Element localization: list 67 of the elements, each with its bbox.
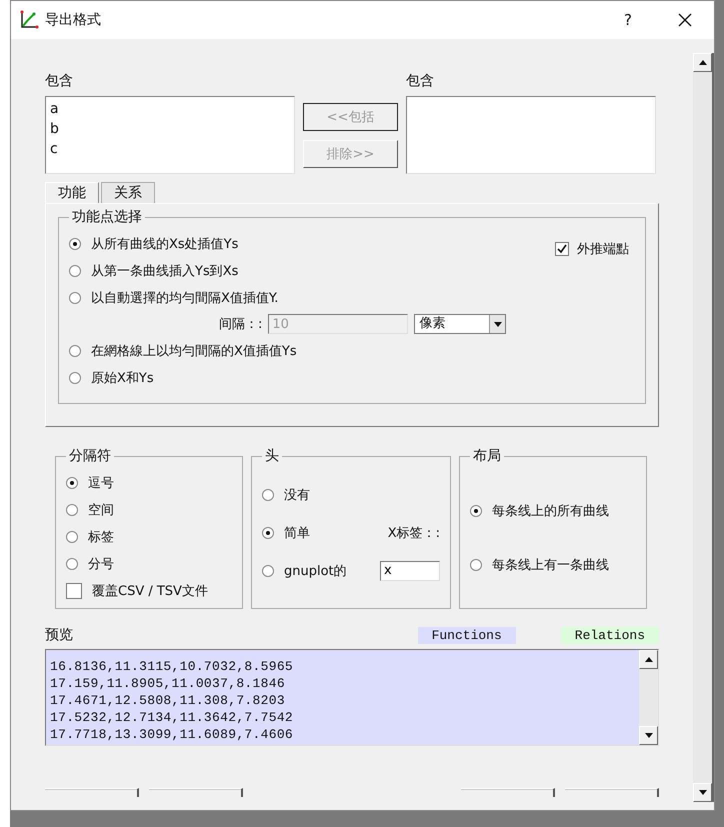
chart-axes-icon: [19, 10, 39, 30]
x-label-field[interactable]: x: [380, 560, 440, 580]
preview-text-area[interactable]: 16.8136,11.3115,10.7032,8.5965 17.159,11.8905,11.0037,8.1846 17.4671,12.5808,11.308,7.8203 17.5232,12.7134,11.3642,7.7542 17.7718,13.3099,11.6089,7.4606: [45, 649, 659, 746]
radio-button[interactable]: [69, 372, 81, 384]
preview-line: 17.5232,12.7134,11.3642,7.7542: [50, 709, 294, 726]
x-label-caption: X标签：:: [388, 524, 440, 542]
radio-button[interactable]: [69, 344, 81, 356]
option-label: 没有: [284, 486, 310, 504]
tab[interactable]: 功能: [45, 182, 99, 203]
group-title: 功能点选择: [71, 208, 143, 226]
radio-button[interactable]: [262, 488, 274, 500]
radio-button[interactable]: [262, 526, 274, 538]
option-label: 逗号: [88, 474, 114, 492]
list-label: 包含: [45, 72, 74, 90]
radio-button[interactable]: [66, 476, 78, 488]
checkbox-label: 覆盖CSV / TSV文件: [92, 582, 208, 600]
radio-button[interactable]: [470, 558, 482, 570]
caret-icon: [494, 322, 502, 326]
list-item[interactable]: a: [50, 99, 290, 119]
preview-line: 17.7718,13.3099,11.6089,7.4606: [50, 726, 294, 743]
window-title: 导出格式: [45, 11, 102, 29]
radio-button[interactable]: [69, 292, 81, 304]
list-box[interactable]: a b c: [45, 96, 295, 174]
radio-button[interactable]: [69, 238, 81, 250]
preview-line: 17.4671,12.5808,11.308,7.8203: [50, 692, 286, 709]
option-label: 原始X和Ys: [91, 370, 154, 386]
relations-legend: Relations: [560, 626, 659, 644]
group-title: 头: [264, 447, 280, 465]
interval-label: 间隔：:: [219, 316, 262, 333]
checkbox[interactable]: [555, 242, 569, 256]
scrollbar[interactable]: [693, 53, 714, 802]
functions-legend: Functions: [418, 626, 516, 644]
option-label: 在網格線上以均勻間隔的X值插值Ys: [91, 342, 297, 360]
up-arrow-icon[interactable]: [698, 60, 706, 65]
up-arrow-icon[interactable]: [644, 657, 652, 662]
list-item[interactable]: c: [50, 139, 290, 159]
checkbox-label: 外推端點: [577, 241, 629, 258]
preview-line: 17.159,11.8905,11.0037,8.1846: [50, 675, 286, 692]
list-item[interactable]: b: [50, 119, 290, 139]
tab[interactable]: 关系: [101, 182, 155, 203]
option-label: 从所有曲线的Xs处插值Ys: [91, 236, 238, 252]
option-label: 以自動選擇的均勻間隔X值插值Y.: [91, 290, 278, 306]
option-label: 标签: [88, 528, 114, 546]
option-label: 简单: [284, 524, 310, 542]
help-button[interactable]: ?: [624, 11, 632, 29]
preview-label: 预览: [45, 626, 74, 644]
radio-button[interactable]: [470, 504, 482, 516]
down-arrow-icon[interactable]: [698, 790, 706, 795]
scrollbar[interactable]: [639, 650, 658, 745]
list-label: 包含: [406, 72, 435, 90]
option-label: 分号: [88, 556, 114, 572]
option-label: 空间: [88, 502, 114, 518]
option-label: 每条线上有一条曲线: [492, 556, 609, 574]
down-arrow-icon[interactable]: [644, 733, 652, 738]
radio-button[interactable]: [69, 264, 81, 276]
group-title: 分隔符: [68, 447, 112, 465]
radio-button[interactable]: [66, 504, 78, 516]
option-label: gnuplot的: [284, 562, 347, 580]
radio-button[interactable]: [262, 564, 274, 576]
option-label: 从第一条曲线插入Ys到Xs: [91, 262, 238, 280]
group-title: 布局: [472, 447, 502, 465]
option-label: 每条线上的所有曲线: [492, 502, 609, 520]
checkbox[interactable]: [66, 582, 82, 598]
preview-line: 16.8136,11.3115,10.7032,8.5965: [50, 658, 294, 675]
radio-button[interactable]: [66, 558, 78, 570]
close-icon[interactable]: [678, 13, 692, 27]
radio-button[interactable]: [66, 530, 78, 542]
